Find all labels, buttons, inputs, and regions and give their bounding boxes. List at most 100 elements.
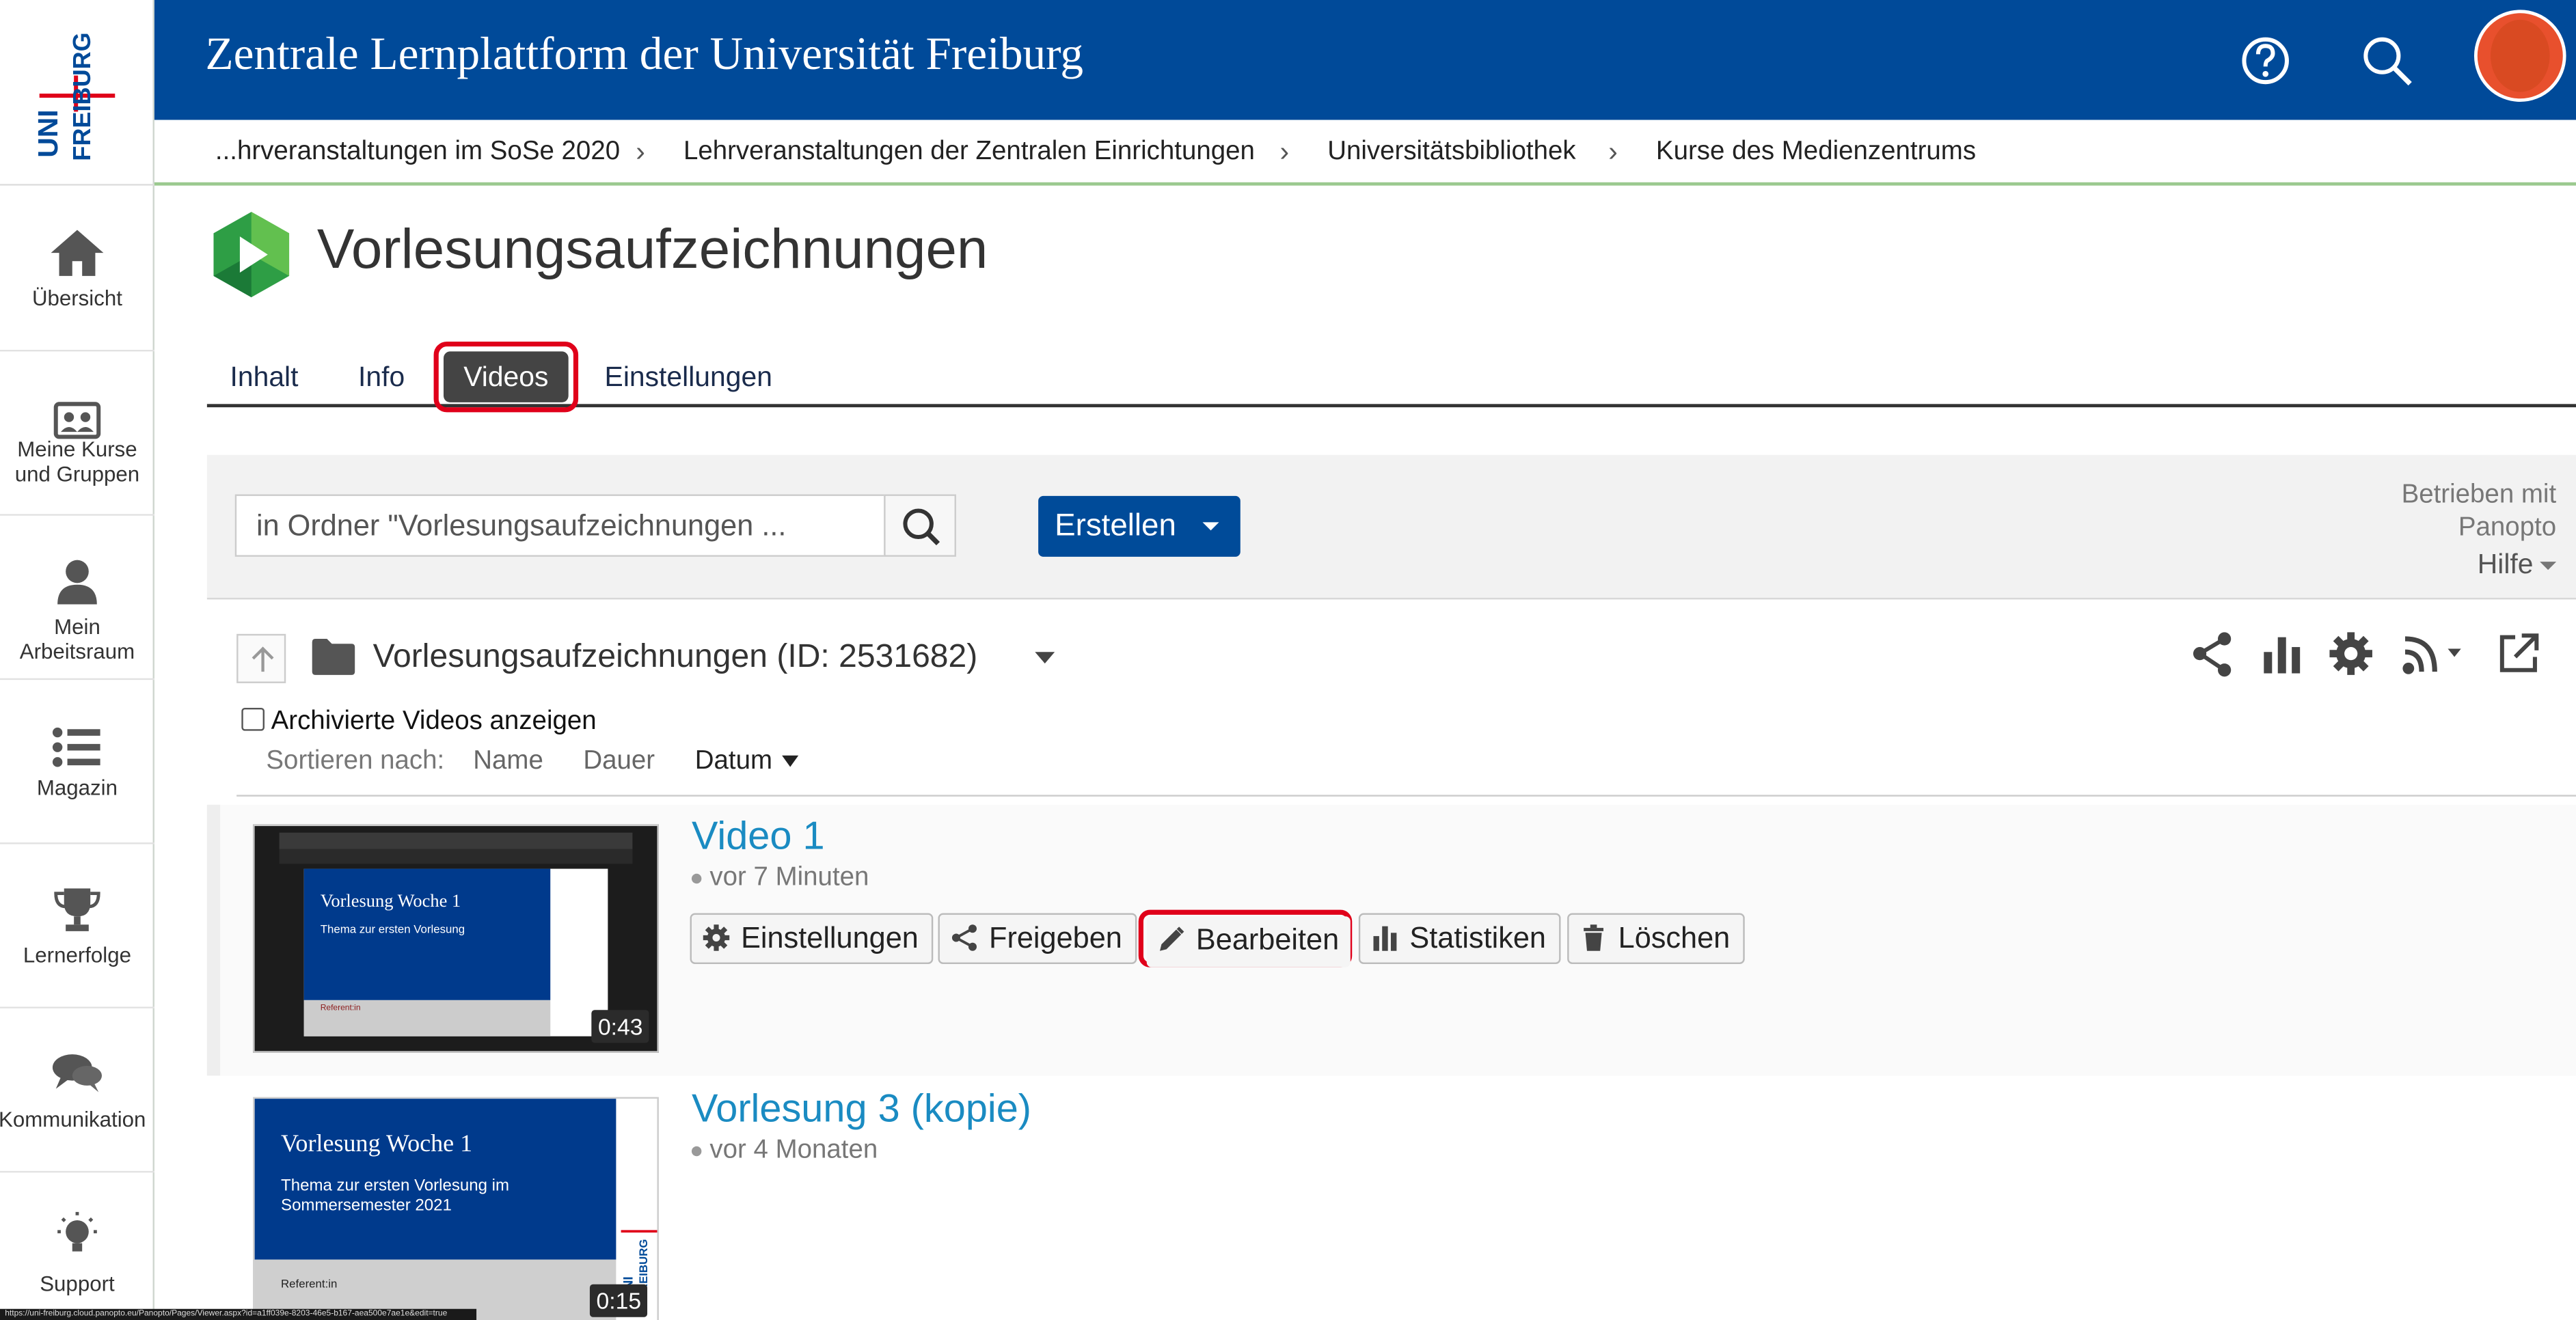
chevron-right-icon: › [1608,136,1618,168]
bullet-icon [691,873,702,883]
chevron-right-icon: › [636,136,645,168]
sort-option-dauer[interactable]: Dauer [583,747,655,777]
tab-videos[interactable]: Videos [443,351,569,402]
archived-label: Archivierte Videos anzeigen [271,707,597,736]
bullet-icon [691,1146,702,1156]
divider [236,795,2576,797]
thumbnail-footer: Referent:in [281,1279,338,1291]
sidebar-item-magazin[interactable]: Magazin [0,680,154,844]
archived-videos-toggle[interactable]: Archivierte Videos anzeigen [241,707,597,737]
person-icon [57,560,97,605]
powered-by-line2: Panopto [2458,514,2557,542]
bearbeiten-button-label: Bearbeiten [1195,922,1340,956]
search-icon[interactable] [2355,28,2420,94]
search-input[interactable]: in Ordner "Vorlesungsaufzeichnungen ... [234,494,886,557]
panopto-toolbar: in Ordner "Vorlesungsaufzeichnungen ... … [206,454,2576,600]
folder-name[interactable]: Vorlesungsaufzeichnungen (ID: 2531682) [373,639,978,676]
search-button[interactable] [884,494,956,557]
thumbnail-subtitle: Thema zur ersten Vorlesung im Sommerseme… [281,1177,510,1215]
panopto-logo-icon [213,212,290,298]
folder-dropdown-icon[interactable] [1035,652,1055,664]
site-title[interactable]: Zentrale Lernplattform der Universität F… [205,29,1083,82]
sidebar-item-label: Kommunikation [0,1107,146,1132]
list-icon [52,727,100,767]
video-duration: 0:43 [591,1010,650,1043]
sort-label: Sortieren nach: [266,747,445,775]
statistiken-button[interactable]: Statistiken [1358,913,1561,964]
help-menu[interactable]: Hilfe [2477,548,2557,581]
einstellungen-button[interactable]: Einstellungen [690,913,934,964]
video-title[interactable]: Video 1 [692,814,825,860]
chat-icon [52,1054,103,1092]
lightbulb-icon [57,1211,97,1252]
uni-freiburg-logo-icon: UNI FREIBURG [32,32,116,161]
thumbnail-heading: Vorlesung Woche 1 [320,892,461,912]
sidebar-item-kommunikation[interactable]: Kommunikation [0,1008,154,1173]
video-duration: 0:15 [589,1284,648,1317]
breadcrumb-item[interactable]: Lehrveranstaltungen der Zentralen Einric… [683,138,1255,167]
video-age: vor 7 Minuten [691,864,869,893]
tab-einstellungen[interactable]: Einstellungen [605,361,772,394]
avatar[interactable] [2473,10,2566,102]
thumbnail-app-ribbon [279,849,633,864]
bearbeiten-button[interactable]: Bearbeiten [1146,916,1351,967]
caret-down-icon [2540,562,2557,570]
sort-option-name[interactable]: Name [473,747,543,777]
sidebar-item-label: Mein Arbeitsraum [19,614,135,664]
top-bar: Zentrale Lernplattform der Universität F… [154,0,2576,120]
sidebar-item-label: Lernerfolge [23,942,132,967]
loeschen-button[interactable]: Löschen [1567,913,1745,964]
pencil-icon [1160,926,1184,951]
folder-icon [312,639,355,675]
breadcrumb-item[interactable]: Kurse des Medienzentrums [1656,138,1976,167]
sidebar-item-arbeitsraum[interactable]: Mein Arbeitsraum [0,516,154,680]
stats-icon [1373,926,1397,951]
tab-videos-highlight: Videos [433,341,579,413]
tab-info[interactable]: Info [358,361,405,394]
video-age-text: vor 7 Minuten [709,864,869,892]
sidebar-item-meine-kurse[interactable]: Meine Kurse und Gruppen [0,351,154,516]
breadcrumb-item[interactable]: Universitätsbibliothek [1327,138,1575,167]
sidebar: UNI FREIBURG Übersicht Meine Kurse und G… [0,0,154,1320]
gear-icon [703,924,730,951]
video-title[interactable]: Vorlesung 3 (kopie) [692,1087,1031,1133]
caret-down-icon [782,756,799,768]
trash-icon [1584,924,1604,951]
arrow-up-icon [252,646,274,672]
sidebar-item-label: Magazin [36,775,118,800]
sort-active-label: Datum [694,747,773,775]
sidebar-item-uebersicht[interactable]: Übersicht [0,187,154,352]
loeschen-button-label: Löschen [1618,921,1731,954]
powered-by: Betrieben mit Panopto [2402,480,2557,545]
sort-option-datum[interactable]: Datum [695,747,799,777]
powered-by-line1: Betrieben mit [2401,481,2557,510]
statistiken-button-label: Statistiken [1409,921,1546,954]
thumbnail-heading: Vorlesung Woche 1 [281,1131,473,1158]
help-icon[interactable] [2233,28,2299,94]
rss-icon[interactable] [2398,629,2467,678]
breadcrumb-item[interactable]: ...hrveranstaltungen im SoSe 2020 [215,138,620,167]
archived-checkbox[interactable] [241,707,265,731]
gear-icon[interactable] [2327,629,2376,678]
thumbnail-subtitle: Thema zur ersten Vorlesung [320,924,465,937]
freigeben-button-label: Freigeben [989,921,1122,954]
university-logo[interactable]: UNI FREIBURG [0,0,154,186]
tab-inhalt[interactable]: Inhalt [230,361,299,394]
share-icon[interactable] [2188,629,2238,678]
thumbnail-footer: Referent:in [320,1003,361,1014]
page-title: Vorlesungsaufzeichnungen [316,218,988,281]
sidebar-item-support[interactable]: Support [0,1172,154,1320]
chevron-right-icon: › [1279,136,1290,168]
video-age: vor 4 Monaten [691,1136,878,1166]
freigeben-button[interactable]: Freigeben [938,913,1137,964]
status-bar-url: https://uni-freiburg.cloud.panopto.eu/Pa… [0,1308,477,1320]
sidebar-item-lernerfolge[interactable]: Lernerfolge [0,844,154,1008]
sidebar-item-label: Übersicht [31,286,122,311]
stats-icon[interactable] [2258,629,2307,678]
help-menu-label: Hilfe [2477,548,2534,580]
folder-up-button[interactable] [236,633,286,683]
thumbnail-app-toolbar [279,832,633,849]
svg-text:UNI: UNI [32,109,64,157]
create-button[interactable]: Erstellen [1038,495,1240,557]
open-external-icon[interactable] [2494,629,2543,678]
